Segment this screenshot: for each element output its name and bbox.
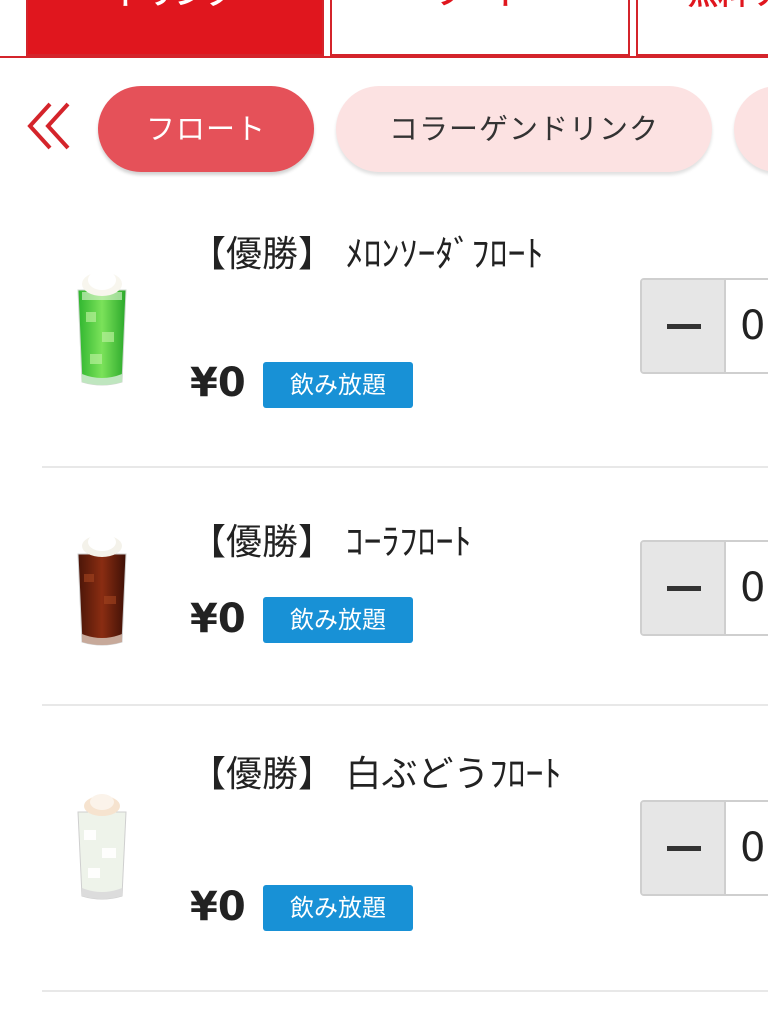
subcategory-next[interactable]: [734, 86, 768, 172]
all-you-can-drink-badge: 飲み放題: [263, 362, 413, 408]
subcategory-collagen-drink-label: コラーゲンドリンク: [388, 112, 659, 146]
double-chevron-left-icon[interactable]: [24, 100, 76, 152]
subcategory-float-label: フロート: [145, 112, 266, 146]
tab-drink-label: ドリンク: [28, 0, 322, 10]
tab-food[interactable]: フード: [330, 0, 630, 56]
item-price: ¥0: [190, 596, 246, 642]
tab-food-label: フード: [332, 0, 628, 10]
quantity-value[interactable]: 0: [740, 542, 765, 634]
tab-free-service[interactable]: 無料サ: [636, 0, 768, 56]
quantity-value[interactable]: 0: [740, 802, 765, 894]
quantity-stepper: 0: [640, 278, 768, 374]
item-name: 【優勝】 ﾒﾛﾝｿｰﾀﾞﾌﾛｰﾄ: [190, 234, 544, 275]
all-you-can-drink-badge: 飲み放題: [263, 885, 413, 931]
minus-button[interactable]: [642, 542, 726, 634]
divider: [42, 466, 768, 468]
top-category-tabs: ドリンク フード 無料サ: [0, 0, 768, 58]
tab-free-service-label: 無料サ: [688, 0, 768, 10]
subcategory-collagen-drink[interactable]: コラーゲンドリンク: [336, 86, 712, 172]
minus-button[interactable]: [642, 280, 726, 372]
item-price: ¥0: [190, 884, 246, 930]
item-name: 【優勝】 ｺｰﾗﾌﾛｰﾄ: [190, 522, 472, 563]
quantity-stepper: 0: [640, 540, 768, 636]
divider: [42, 704, 768, 706]
divider: [42, 990, 768, 992]
quantity-stepper: 0: [640, 800, 768, 896]
minus-icon: [667, 324, 701, 329]
tab-drink[interactable]: ドリンク: [26, 0, 324, 56]
subcategory-float[interactable]: フロート: [98, 86, 314, 172]
melon-soda-float-image: [70, 262, 134, 394]
all-you-can-drink-badge: 飲み放題: [263, 597, 413, 643]
minus-icon: [667, 846, 701, 851]
minus-icon: [667, 586, 701, 591]
minus-button[interactable]: [642, 802, 726, 894]
cola-float-image: [70, 530, 134, 654]
item-price: ¥0: [190, 360, 246, 406]
item-name: 【優勝】 白ぶどうﾌﾛｰﾄ: [190, 754, 562, 795]
quantity-value[interactable]: 0: [740, 280, 765, 372]
menu-page: ドリンク フード 無料サ フロート コラーゲンドリンク: [0, 0, 768, 1024]
white-grape-float-image: [70, 792, 134, 908]
